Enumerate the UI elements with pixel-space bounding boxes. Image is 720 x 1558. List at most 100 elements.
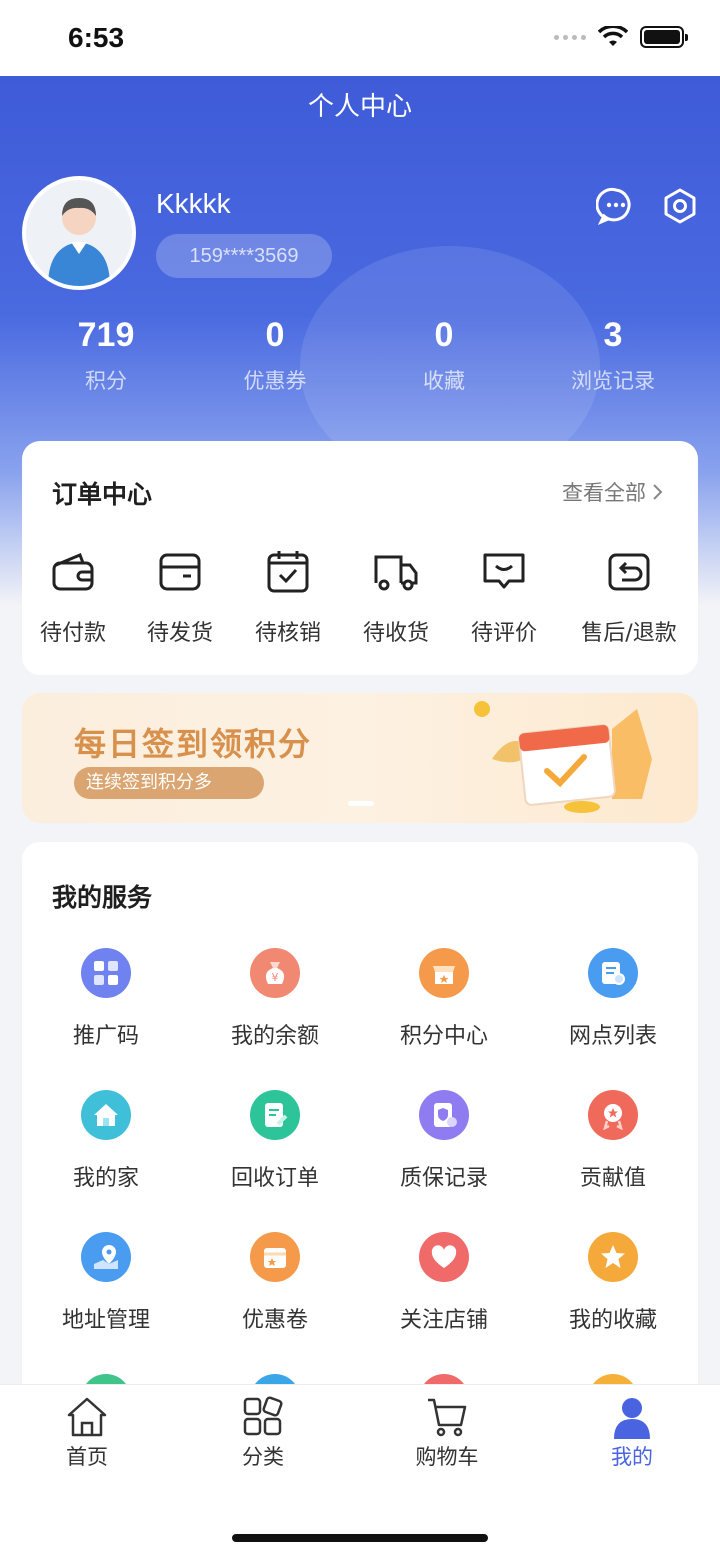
stat-label: 收藏 xyxy=(423,369,465,393)
service-my-home[interactable]: 我的家 xyxy=(31,1090,181,1192)
view-all-label: 查看全部 xyxy=(562,481,646,505)
view-all-orders-link[interactable]: 查看全部 xyxy=(562,477,664,507)
heart-icon xyxy=(419,1232,469,1282)
user-avatar-icon xyxy=(48,198,110,286)
order-label: 待发货 xyxy=(146,621,213,646)
order-label: 待收货 xyxy=(362,621,429,646)
stat-value: 0 xyxy=(434,316,454,354)
my-services-card: 我的服务 推广码 ¥ 我的余额 积分中心 网点列表 我的家 回收订单 质保记录 … xyxy=(22,842,698,1442)
return-icon xyxy=(608,553,650,591)
settings-icon[interactable] xyxy=(660,186,700,226)
order-pending-verification[interactable]: 待核销 xyxy=(233,549,343,647)
list-search-icon xyxy=(588,948,638,998)
stat-history[interactable]: 3 浏览记录 xyxy=(528,316,698,395)
home-indicator xyxy=(232,1534,488,1542)
bottom-tab-bar: 首页 分类 购物车 我的 xyxy=(0,1384,720,1558)
avatar[interactable] xyxy=(22,176,136,290)
stat-value: 3 xyxy=(603,316,623,354)
home-icon xyxy=(81,1090,131,1140)
calendar-check-icon xyxy=(267,551,309,593)
tab-label: 我的 xyxy=(611,1445,653,1469)
order-label: 待评价 xyxy=(470,621,537,646)
tab-label: 购物车 xyxy=(415,1445,479,1469)
stat-points[interactable]: 719 积分 xyxy=(21,316,191,395)
calendar-illustration-icon xyxy=(474,701,652,813)
stat-label: 积分 xyxy=(85,369,127,393)
service-label: 关注店铺 xyxy=(399,1308,488,1333)
service-balance[interactable]: ¥ 我的余额 xyxy=(200,948,350,1050)
medal-icon xyxy=(588,1090,638,1140)
order-label: 待核销 xyxy=(254,621,321,646)
checkin-banner[interactable]: 每日签到领积分 连续签到积分多 xyxy=(22,693,698,823)
tab-home[interactable]: 首页 xyxy=(27,1395,147,1471)
home-tab-icon xyxy=(67,1397,107,1437)
order-pending-review[interactable]: 待评价 xyxy=(449,549,559,647)
service-my-favorites[interactable]: 我的收藏 xyxy=(538,1232,688,1334)
tab-label: 首页 xyxy=(66,1445,108,1469)
stat-value: 719 xyxy=(77,316,135,354)
category-tab-icon xyxy=(243,1396,283,1436)
truck-icon xyxy=(374,555,418,591)
comment-icon xyxy=(483,553,525,589)
order-center-card: 订单中心 查看全部 待付款 待发货 待核销 待收货 待评价 售后/退款 xyxy=(22,441,698,675)
service-label: 我的家 xyxy=(72,1166,139,1191)
service-address-management[interactable]: 地址管理 xyxy=(31,1232,181,1334)
store-icon xyxy=(419,948,469,998)
status-time: 6:53 xyxy=(68,22,125,53)
location-icon xyxy=(81,1232,131,1282)
cart-tab-icon xyxy=(428,1398,467,1437)
service-label: 推广码 xyxy=(72,1024,139,1049)
tab-category[interactable]: 分类 xyxy=(203,1395,323,1471)
phone-number: 159****3569 xyxy=(156,234,332,278)
signal-icon xyxy=(554,34,586,40)
stat-coupons[interactable]: 0 优惠券 xyxy=(190,316,360,395)
stat-favorites[interactable]: 0 收藏 xyxy=(359,316,529,395)
shield-doc-icon xyxy=(419,1090,469,1140)
service-label: 贡献值 xyxy=(579,1166,646,1191)
doc-edit-icon xyxy=(250,1090,300,1140)
service-label: 网点列表 xyxy=(568,1024,657,1049)
page-title: 个人中心 xyxy=(307,92,412,122)
coupon-icon xyxy=(250,1232,300,1282)
service-label: 地址管理 xyxy=(61,1308,150,1333)
service-contribution[interactable]: 贡献值 xyxy=(538,1090,688,1192)
service-label: 我的收藏 xyxy=(568,1308,657,1333)
chevron-right-icon xyxy=(653,484,663,500)
star-icon xyxy=(588,1232,638,1282)
service-coupons[interactable]: 优惠卷 xyxy=(200,1232,350,1334)
stat-label: 浏览记录 xyxy=(571,369,655,393)
service-outlet-list[interactable]: 网点列表 xyxy=(538,948,688,1050)
order-pending-shipment[interactable]: 待发货 xyxy=(125,549,235,647)
order-label: 待付款 xyxy=(39,621,106,646)
wallet-icon xyxy=(52,553,94,591)
order-pending-receipt[interactable]: 待收货 xyxy=(341,549,451,647)
service-label: 积分中心 xyxy=(399,1024,488,1049)
username[interactable]: Kkkkk xyxy=(156,188,231,220)
qrcode-icon xyxy=(81,948,131,998)
service-followed-stores[interactable]: 关注店铺 xyxy=(369,1232,519,1334)
order-center-title: 订单中心 xyxy=(52,480,153,509)
wifi-icon xyxy=(598,26,628,46)
message-icon[interactable] xyxy=(596,186,636,226)
status-icons xyxy=(554,26,688,48)
stat-label: 优惠券 xyxy=(243,369,307,393)
banner-title: 每日签到领积分 xyxy=(74,725,313,763)
order-after-sales[interactable]: 售后/退款 xyxy=(574,549,684,647)
order-pending-payment[interactable]: 待付款 xyxy=(18,549,128,647)
service-label: 质保记录 xyxy=(399,1166,488,1191)
status-bar: 6:53 xyxy=(0,0,720,76)
service-label: 优惠卷 xyxy=(241,1308,308,1333)
service-promo-code[interactable]: 推广码 xyxy=(31,948,181,1050)
service-warranty-records[interactable]: 质保记录 xyxy=(369,1090,519,1192)
service-recycle-orders[interactable]: 回收订单 xyxy=(200,1090,350,1192)
services-title: 我的服务 xyxy=(52,883,153,912)
order-label: 售后/退款 xyxy=(581,621,677,646)
money-bag-icon: ¥ xyxy=(250,948,300,998)
service-label: 回收订单 xyxy=(230,1166,319,1191)
user-tab-icon xyxy=(614,1398,650,1439)
carousel-indicator[interactable] xyxy=(348,801,374,806)
tab-cart[interactable]: 购物车 xyxy=(387,1395,507,1471)
svg-text:¥: ¥ xyxy=(272,971,279,984)
service-points-center[interactable]: 积分中心 xyxy=(369,948,519,1050)
tab-mine[interactable]: 我的 xyxy=(572,1395,692,1471)
